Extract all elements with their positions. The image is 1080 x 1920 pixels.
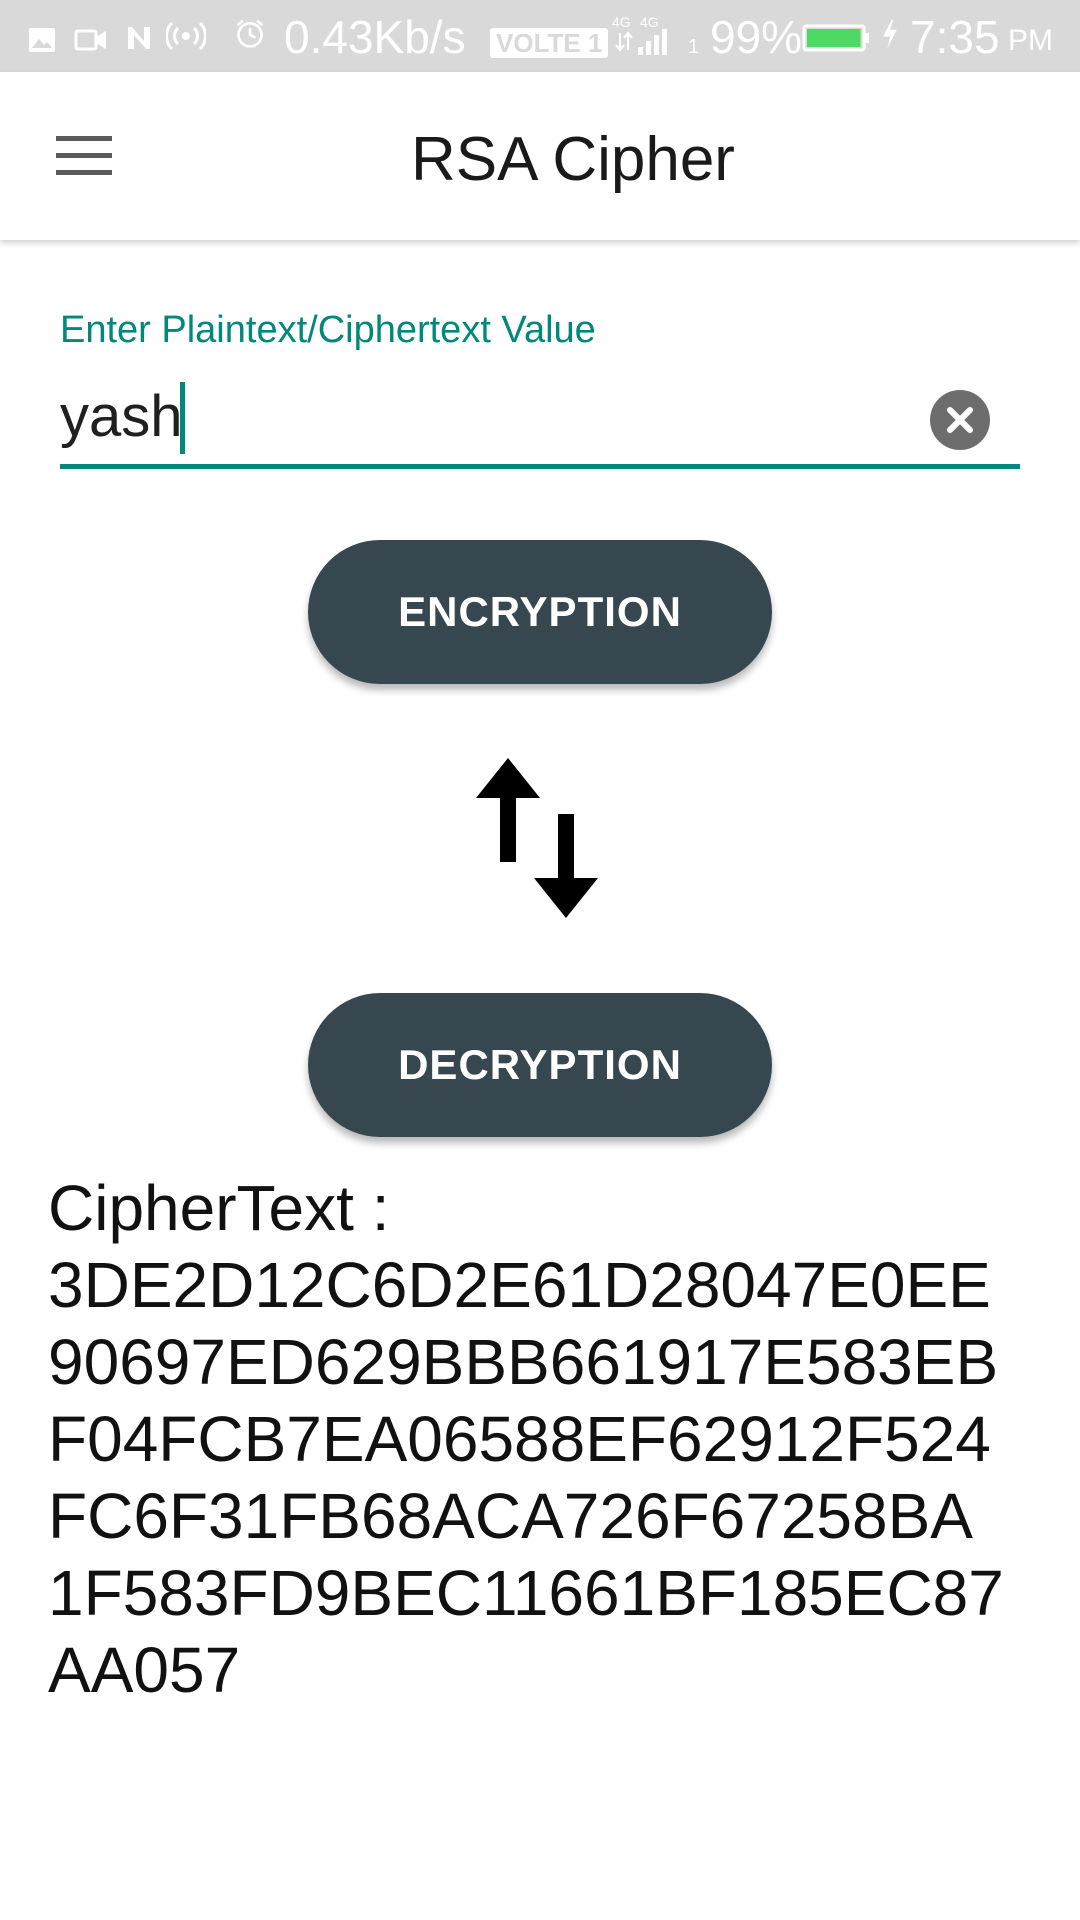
clear-circle-icon [947, 407, 973, 433]
hotspot-icon [166, 21, 206, 51]
cipher-output-line: 90697ED629BBB661917E583EB [48, 1326, 999, 1398]
cipher-output-line: 1F583FD9BEC11661BF185EC87 [48, 1557, 1004, 1629]
battery-percent: 99% [710, 11, 803, 63]
page-title: RSA Cipher [411, 125, 735, 194]
network-speed: 0.43Kb/s [284, 11, 466, 63]
nfc-icon [128, 27, 150, 49]
swap-vertical-icon [476, 758, 598, 918]
cipher-output-line: AA057 [48, 1634, 241, 1706]
input-label: Enter Plaintext/Ciphertext Value [60, 309, 596, 351]
volte-badge: VOLTE 1 [490, 28, 609, 58]
cipher-output-line: FC6F31FB68ACA726F67258BA [48, 1480, 973, 1552]
text-input-container [60, 370, 1020, 470]
app-bar: RSA Cipher [0, 72, 1080, 240]
clock: 7:35 [910, 11, 1000, 63]
decryption-button[interactable]: DECRYPTION [308, 993, 772, 1137]
cipher-output-label: CipherText : [48, 1172, 390, 1244]
image-icon [29, 28, 55, 52]
clear-text-button[interactable] [930, 390, 990, 450]
input-underline [60, 464, 1020, 469]
cipher-output-line: F04FCB7EA06588EF62912F524 [48, 1403, 991, 1475]
screen: 0.43Kb/s VOLTE 1 4G 4G 1 99% 7:35 PM RSA… [0, 0, 1080, 1920]
charging-icon [883, 19, 897, 49]
video-icon [74, 29, 106, 51]
signal-icon [615, 29, 667, 55]
text-caret [180, 382, 185, 454]
clock-ampm: PM [1008, 24, 1053, 57]
status-bar: 0.43Kb/s VOLTE 1 4G 4G 1 99% 7:35 PM [0, 0, 1080, 72]
encryption-button[interactable]: ENCRYPTION [308, 540, 772, 684]
cipher-output-line: 3DE2D12C6D2E61D28047E0EE [48, 1249, 991, 1321]
sim-index: 1 [688, 36, 700, 58]
cipher-output: CipherText : 3DE2D12C6D2E61D28047E0EE 90… [48, 1170, 1038, 1709]
plaintext-input[interactable] [60, 380, 920, 454]
alarm-icon [236, 19, 264, 48]
battery-icon [802, 24, 869, 52]
